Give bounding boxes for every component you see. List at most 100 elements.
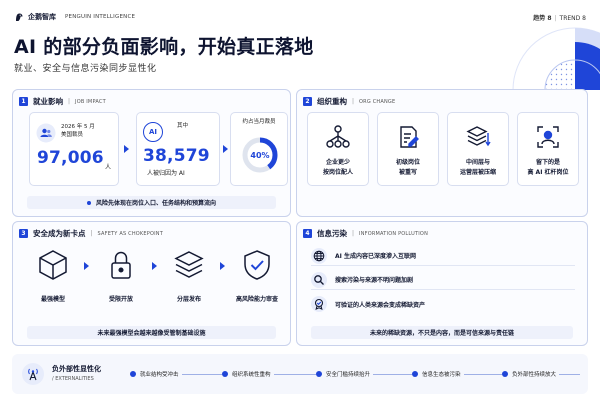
page-subtitle: 就业、安全与信息污染同步显性化 xyxy=(14,64,157,74)
safety-step-4: 高风险能力审查 xyxy=(229,244,285,303)
safety-step-label: 最强模型 xyxy=(40,296,65,303)
job-impact-footer: 风险先体现在岗位入口、任务结构和预算流向 xyxy=(27,196,276,209)
panel-title-separator: | xyxy=(90,230,93,237)
pollution-row-2: 搜索污染与来源不明问题加剧 xyxy=(311,270,575,290)
arrow-right-icon xyxy=(220,262,225,270)
bullet-icon xyxy=(86,200,91,205)
layoffs-unit: 人 xyxy=(105,164,112,171)
document-edit-icon xyxy=(400,126,419,148)
panel-title: 就业影响 xyxy=(33,97,63,106)
pollution-row-3: 可验证的人类来源会变成稀缺资产 xyxy=(311,294,575,314)
ai-attributed-unit: 人被归因为 AI xyxy=(147,170,185,177)
panel-title: 组织重构 xyxy=(317,97,347,106)
timeline-step-5: 负外部性持续放大 xyxy=(502,370,560,378)
panel-title: 信息污染 xyxy=(317,229,347,238)
externalities-title: 负外部性显性化 xyxy=(52,365,101,373)
brand-english: PENGUIN INTELLIGENCE xyxy=(65,14,136,20)
arrow-right-icon xyxy=(223,145,228,153)
search-icon xyxy=(311,271,327,288)
panel-number: 2 xyxy=(303,97,312,106)
share-percent: 40% xyxy=(250,151,269,160)
layoffs-card: 2026 年 5 月 美国裁员 97,006 人 xyxy=(29,112,119,186)
job-impact-panel: 1 就业影响 | JOB IMPACT 2026 年 5 月 美国裁员 97,0… xyxy=(12,89,291,217)
panel-title-separator: | xyxy=(68,98,71,105)
safety-panel: 3 安全成为新卡点 | SAFETY AS CHOKEPOINT 最强模型 受限… xyxy=(12,221,291,346)
brand: 企鹅智库 PENGUIN INTELLIGENCE xyxy=(14,12,135,22)
safety-step-label: 受限开放 xyxy=(108,296,133,303)
lock-icon xyxy=(111,251,131,279)
ai-badge-icon: AI xyxy=(143,122,163,142)
pollution-row-text: 搜索污染与来源不明问题加剧 xyxy=(335,277,414,284)
safety-step-2: 受限开放 xyxy=(93,244,149,303)
verified-badge-icon xyxy=(311,296,327,312)
share-donut: 40% xyxy=(242,137,278,173)
safety-footer: 未来最强模型会越来越像受管制基础设施 xyxy=(27,326,276,339)
timeline-step-4: 信息生态被污染 xyxy=(412,370,464,378)
org-tree-icon xyxy=(326,125,350,148)
timeline-dot xyxy=(222,371,228,377)
panel-header: 1 就业影响 | JOB IMPACT xyxy=(19,96,106,107)
org-card-label: 企业更少 按岗位配人 xyxy=(322,159,353,176)
externalities-english: / EXTERNALITIES xyxy=(52,376,94,382)
org-card-3: 中间层与 运营层被压缩 xyxy=(447,112,509,186)
timeline-step-1: 就业结构受冲击 xyxy=(130,370,182,378)
pollution-row-1: AI 生成内容已深度渗入互联网 xyxy=(311,246,575,266)
layers-compress-icon xyxy=(466,126,491,147)
externalities-bar: 负外部性显性化 / EXTERNALITIES 就业结构受冲击 组织系统性重构 … xyxy=(12,354,588,394)
panel-number: 3 xyxy=(19,229,28,238)
pollution-footer: 未来的稀缺资源，不只是内容，而是可信来源与责任链 xyxy=(311,326,573,339)
org-card-4: 留下的是高 AI 杠杆岗位 xyxy=(517,112,579,186)
person-focus-icon xyxy=(537,126,559,148)
safety-step-label: 高风险能力审查 xyxy=(235,296,278,303)
panel-english-title: INFORMATION POLLUTION xyxy=(359,230,429,237)
panel-title-separator: | xyxy=(352,98,355,105)
ai-attributed-prefix: 其中 xyxy=(177,123,189,129)
layoffs-value: 97,006 xyxy=(37,148,104,168)
arrow-right-icon xyxy=(84,262,89,270)
org-card-label: 中间层与 运营层被压缩 xyxy=(459,159,496,176)
pollution-row-text: AI 生成内容已深度渗入互联网 xyxy=(335,253,416,260)
decorative-quarter-circle xyxy=(512,27,600,90)
org-change-panel: 2 组织重构 | ORG CHANGE 企业更少按岗位配人 初级岗位被重写 xyxy=(296,89,588,217)
layers-icon xyxy=(174,251,204,278)
information-pollution-panel: 4 信息污染 | INFORMATION POLLUTION AI 生成内容已深… xyxy=(296,221,588,346)
cube-icon xyxy=(39,250,67,280)
signal-tower-icon xyxy=(22,363,44,385)
pollution-row-text: 可验证的人类来源会变成稀缺资产 xyxy=(335,301,426,309)
brand-name: 企鹅智库 xyxy=(28,13,56,21)
timeline-step-3: 安全门槛持续抬升 xyxy=(316,370,374,378)
timeline-step-2: 组织系统性重构 xyxy=(222,370,274,378)
safety-step-label: 分层发布 xyxy=(176,296,201,303)
timeline-dot xyxy=(316,371,322,377)
ai-attributed-card: AI 其中 38,579 人被归因为 AI xyxy=(136,112,220,186)
panel-header: 3 安全成为新卡点 | SAFETY AS CHOKEPOINT xyxy=(19,228,163,239)
safety-step-3: 分层发布 xyxy=(161,244,217,303)
penguin-logo-icon xyxy=(16,13,23,21)
panel-title-separator: | xyxy=(352,230,355,237)
people-icon xyxy=(36,123,56,143)
layoffs-label: 美国裁员 xyxy=(61,132,84,138)
panel-header: 2 组织重构 | ORG CHANGE xyxy=(303,96,395,107)
panel-number: 1 xyxy=(19,97,28,106)
panel-title: 安全成为新卡点 xyxy=(33,229,86,238)
share-card: 约占当月裁员 40% xyxy=(230,112,288,186)
shield-check-icon xyxy=(244,250,270,280)
page-title: AI 的部分负面影响，开始真正落地 xyxy=(14,36,314,58)
globe-icon xyxy=(311,247,327,264)
externalities-timeline: 就业结构受冲击 组织系统性重构 安全门槛持续抬升 信息生态被污染 负外部性持续放… xyxy=(130,370,580,380)
arrow-right-icon xyxy=(152,262,157,270)
org-card-2: 初级岗位 被重写 xyxy=(377,112,439,186)
timeline-dot xyxy=(502,371,508,377)
org-card-1: 企业更少 按岗位配人 xyxy=(307,112,369,186)
panel-english-title: JOB IMPACT xyxy=(75,98,106,105)
panel-header: 4 信息污染 | INFORMATION POLLUTION xyxy=(303,228,428,239)
job-impact-footer-text: 风险先体现在岗位入口、任务结构和预算流向 xyxy=(95,200,216,207)
timeline-dot xyxy=(412,371,418,377)
panel-english-title: SAFETY AS CHOKEPOINT xyxy=(97,230,163,237)
share-label: 约占当月裁员 xyxy=(242,119,276,125)
layoffs-date: 2026 年 5 月 xyxy=(61,124,95,130)
org-card-label: 初级岗位 被重写 xyxy=(395,159,420,176)
timeline-dot xyxy=(130,371,136,377)
org-card-label: 留下的是高 AI 杠杆岗位 xyxy=(527,159,569,176)
safety-step-1: 最强模型 xyxy=(25,244,81,303)
